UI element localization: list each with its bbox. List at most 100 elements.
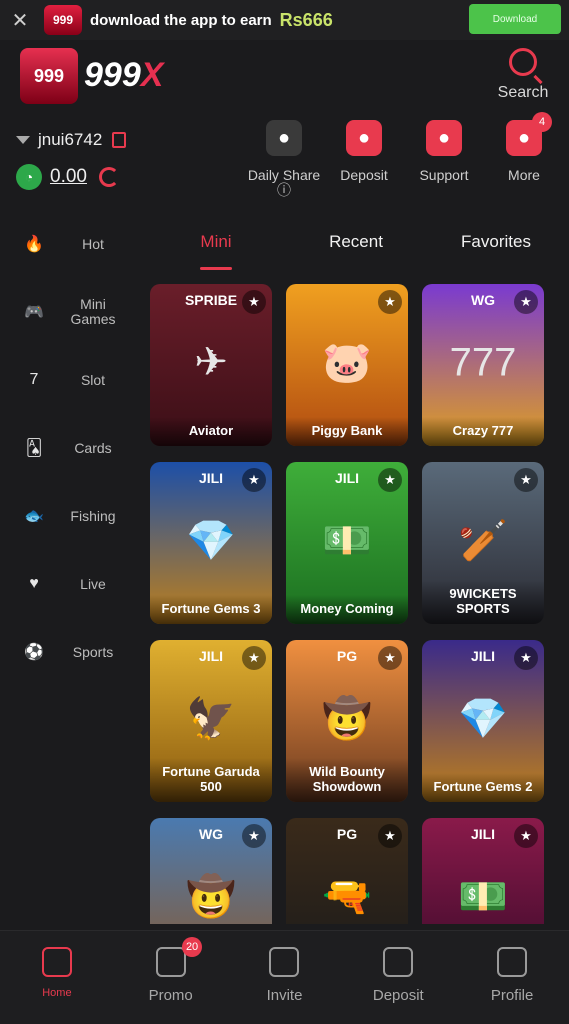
nav-invite[interactable]: Invite — [228, 931, 342, 1024]
game-card[interactable]: JILI ★ 💵 Money Coming — [286, 462, 408, 624]
slot-icon: 7 — [29, 371, 39, 388]
game-artwork: 💎 — [458, 697, 508, 742]
cards-icon: 🂡 — [25, 440, 43, 457]
game-artwork: ✈ — [194, 340, 228, 385]
app-logo: 999 — [44, 5, 82, 35]
game-title: Crazy 777 — [422, 417, 544, 446]
nav-deposit[interactable]: Deposit — [341, 931, 455, 1024]
wallet-icon: ● — [346, 120, 382, 156]
game-artwork: 🏏 — [458, 519, 508, 564]
category-label: Mini Games — [70, 296, 116, 327]
category-sidebar: 🔥 Hot 🎮 Mini Games 7 Slot 🂡 Cards 🐟 Fishing ♥… — [0, 210, 140, 686]
game-artwork: 💎 — [186, 519, 236, 564]
category-fishing[interactable]: 🐟 Fishing — [0, 482, 140, 550]
favorite-star-icon[interactable]: ★ — [514, 824, 538, 848]
user-info: jnui6742 ◔ 0.00 — [16, 130, 236, 190]
action-label: Daily Share ⓘ — [247, 167, 321, 198]
game-title: 9WICKETS SPORTS — [422, 580, 544, 624]
game-card[interactable]: PG ★ 🤠 Wild Bounty Showdown — [286, 640, 408, 802]
favorite-star-icon[interactable]: ★ — [514, 468, 538, 492]
favorite-star-icon[interactable]: ★ — [242, 468, 266, 492]
nav-label: Deposit — [372, 987, 424, 1004]
nav-label: Profile — [490, 987, 534, 1004]
brand-logo[interactable]: 999 — [20, 48, 78, 104]
favorite-star-icon[interactable]: ★ — [242, 290, 266, 314]
action-label: Support — [419, 167, 469, 183]
chevron-down-icon[interactable] — [16, 136, 30, 144]
game-title: Fortune Garuda 500 — [150, 758, 272, 802]
username: jnui6742 — [38, 130, 103, 149]
favorite-star-icon[interactable]: ★ — [378, 468, 402, 492]
tab-favorites[interactable]: Favorites — [426, 224, 566, 270]
notification-badge: 20 — [182, 937, 203, 957]
category-label: Fishing — [70, 507, 116, 524]
gift-icon — [155, 947, 186, 977]
category-hot[interactable]: 🔥 Hot — [0, 210, 140, 278]
refresh-icon[interactable] — [98, 167, 119, 187]
action-headset[interactable]: ● Support — [404, 120, 484, 198]
category-label: Sports — [72, 643, 114, 660]
category-slot[interactable]: 7 Slot — [0, 346, 140, 414]
tab-mini[interactable]: Mini — [146, 224, 286, 270]
nav-promo[interactable]: Promo 20 — [114, 931, 228, 1024]
close-icon[interactable]: ✕ — [0, 8, 40, 33]
live-icon: ♥ — [29, 575, 39, 592]
game-tabs: Mini Recent Favorites — [146, 224, 566, 270]
nav-label: Promo — [148, 987, 193, 1004]
action-grid[interactable]: ● More 4 — [484, 112, 564, 198]
search-label: Search — [497, 84, 549, 101]
banner-text: download the app to earn — [90, 11, 272, 29]
category-label: Hot — [82, 235, 104, 252]
category-mini-games[interactable]: 🎮 Mini Games — [0, 278, 140, 346]
game-title: Fortune Gems 3 — [150, 595, 272, 624]
game-card[interactable]: JILI ★ 💎 Fortune Gems 2 — [422, 640, 544, 802]
game-card[interactable]: JILI ★ 💎 Fortune Gems 3 — [150, 462, 272, 624]
quick-actions: ● Daily Share ⓘ ● Deposit ● Support ● More 4 — [244, 112, 564, 198]
game-card[interactable]: ★ 🏏 9WICKETS SPORTS — [422, 462, 544, 624]
game-card[interactable]: PG ★ 🔫 — [286, 818, 408, 924]
game-card[interactable]: ★ 🐷 Piggy Bank — [286, 284, 408, 446]
brand-wordmark: 999X — [84, 56, 163, 95]
action-wallet[interactable]: ● Deposit — [324, 120, 404, 198]
game-title: Fortune Gems 2 — [422, 773, 544, 802]
game-card[interactable]: WG ★ 🤠 — [150, 818, 272, 924]
bottom-nav: Home Promo 20 Invite Deposit Profile — [0, 930, 569, 1024]
fishing-icon: 🐟 — [24, 508, 44, 525]
favorite-star-icon[interactable]: ★ — [378, 646, 402, 670]
home-icon — [41, 947, 72, 977]
nav-label: Home — [42, 987, 72, 999]
balance[interactable]: 0.00 — [50, 166, 87, 188]
game-title: Wild Bounty Showdown — [286, 758, 408, 802]
favorite-star-icon[interactable]: ★ — [242, 646, 266, 670]
action-wheel[interactable]: ● Daily Share ⓘ — [244, 120, 324, 198]
download-button[interactable]: Download — [469, 4, 561, 34]
game-artwork: 🐷 — [322, 341, 372, 386]
favorite-star-icon[interactable]: ★ — [514, 290, 538, 314]
category-cards[interactable]: 🂡 Cards — [0, 414, 140, 482]
copy-icon[interactable] — [112, 132, 127, 148]
favorite-star-icon[interactable]: ★ — [242, 824, 266, 848]
nav-profile[interactable]: Profile — [455, 931, 569, 1024]
category-sports[interactable]: ⚽ Sports — [0, 618, 140, 686]
mini-games-icon: 🎮 — [24, 304, 44, 321]
favorite-star-icon[interactable]: ★ — [514, 646, 538, 670]
notification-badge: 4 — [532, 112, 552, 132]
wallet-icon: ◔ — [16, 164, 42, 190]
game-card[interactable]: SPRIBE ★ ✈ Aviator — [150, 284, 272, 446]
header: 999 999X Search — [0, 40, 569, 110]
tab-recent[interactable]: Recent — [286, 224, 426, 270]
fire-icon: 🔥 — [24, 236, 44, 253]
headset-icon: ● — [426, 120, 462, 156]
nav-home[interactable]: Home — [0, 931, 114, 1024]
game-title: Piggy Bank — [286, 417, 408, 446]
game-artwork: 🤠 — [322, 697, 372, 742]
nav-label: Invite — [266, 987, 303, 1004]
download-banner: ✕ 999 download the app to earn Rs666 Dow… — [0, 0, 569, 40]
search-button[interactable]: Search — [493, 48, 553, 102]
category-live[interactable]: ♥ Live — [0, 550, 140, 618]
game-card[interactable]: WG ★ 777 Crazy 777 — [422, 284, 544, 446]
favorite-star-icon[interactable]: ★ — [378, 290, 402, 314]
game-card[interactable]: JILI ★ 💵 — [422, 818, 544, 924]
favorite-star-icon[interactable]: ★ — [378, 824, 402, 848]
game-card[interactable]: JILI ★ 🦅 Fortune Garuda 500 — [150, 640, 272, 802]
